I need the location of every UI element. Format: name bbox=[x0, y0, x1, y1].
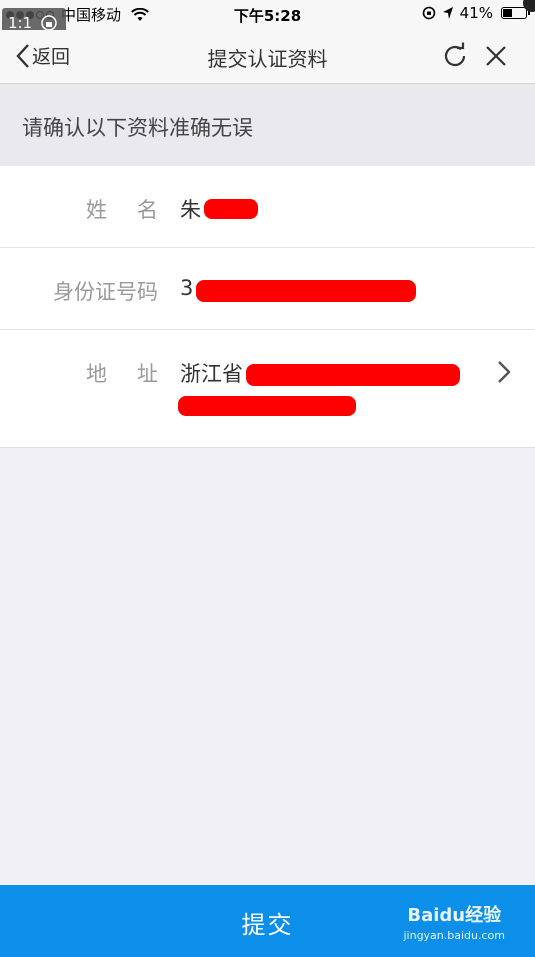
battery-fill bbox=[503, 9, 512, 17]
nav-bar: 返回 提交认证资料 bbox=[0, 30, 535, 84]
redaction-address-2 bbox=[178, 396, 356, 416]
notice-header: 请确认以下资料准确无误 bbox=[0, 84, 535, 166]
location-icon bbox=[442, 7, 453, 19]
redaction-id bbox=[196, 280, 416, 302]
watermark-brand: Baidu经验 bbox=[407, 905, 502, 926]
baidu-watermark: Baidu经验 jingyan.baidu.com bbox=[403, 901, 505, 942]
redaction-address-1 bbox=[246, 364, 460, 386]
redaction-name bbox=[204, 199, 258, 219]
status-bar: 中国移动 下午5:28 41% bbox=[0, 0, 535, 30]
address-row[interactable]: 地址 浙江省 bbox=[0, 330, 535, 447]
notice-text: 请确认以下资料准确无误 bbox=[22, 116, 253, 140]
battery-icon bbox=[501, 7, 530, 19]
name-label: 姓名 bbox=[86, 198, 188, 222]
name-value: 朱 bbox=[180, 198, 201, 222]
id-value: 3 bbox=[180, 276, 194, 300]
refresh-icon[interactable] bbox=[441, 42, 469, 70]
screen: 中国移动 下午5:28 41% 1:1 返回 提交认证资料 请确认以下资料准确无… bbox=[0, 0, 535, 957]
close-icon[interactable] bbox=[483, 43, 509, 69]
address-label: 地址 bbox=[86, 362, 188, 386]
status-right: 41% bbox=[422, 4, 530, 22]
name-row: 姓名 朱 bbox=[0, 166, 535, 248]
id-label: 身份证号码 bbox=[53, 280, 158, 304]
rotation-lock-icon bbox=[422, 6, 435, 20]
watermark-url: jingyan.baidu.com bbox=[403, 929, 505, 942]
submit-bar: 提交 Baidu经验 jingyan.baidu.com bbox=[0, 885, 535, 957]
chevron-right-icon bbox=[498, 361, 511, 383]
battery-percent: 41% bbox=[459, 4, 493, 22]
